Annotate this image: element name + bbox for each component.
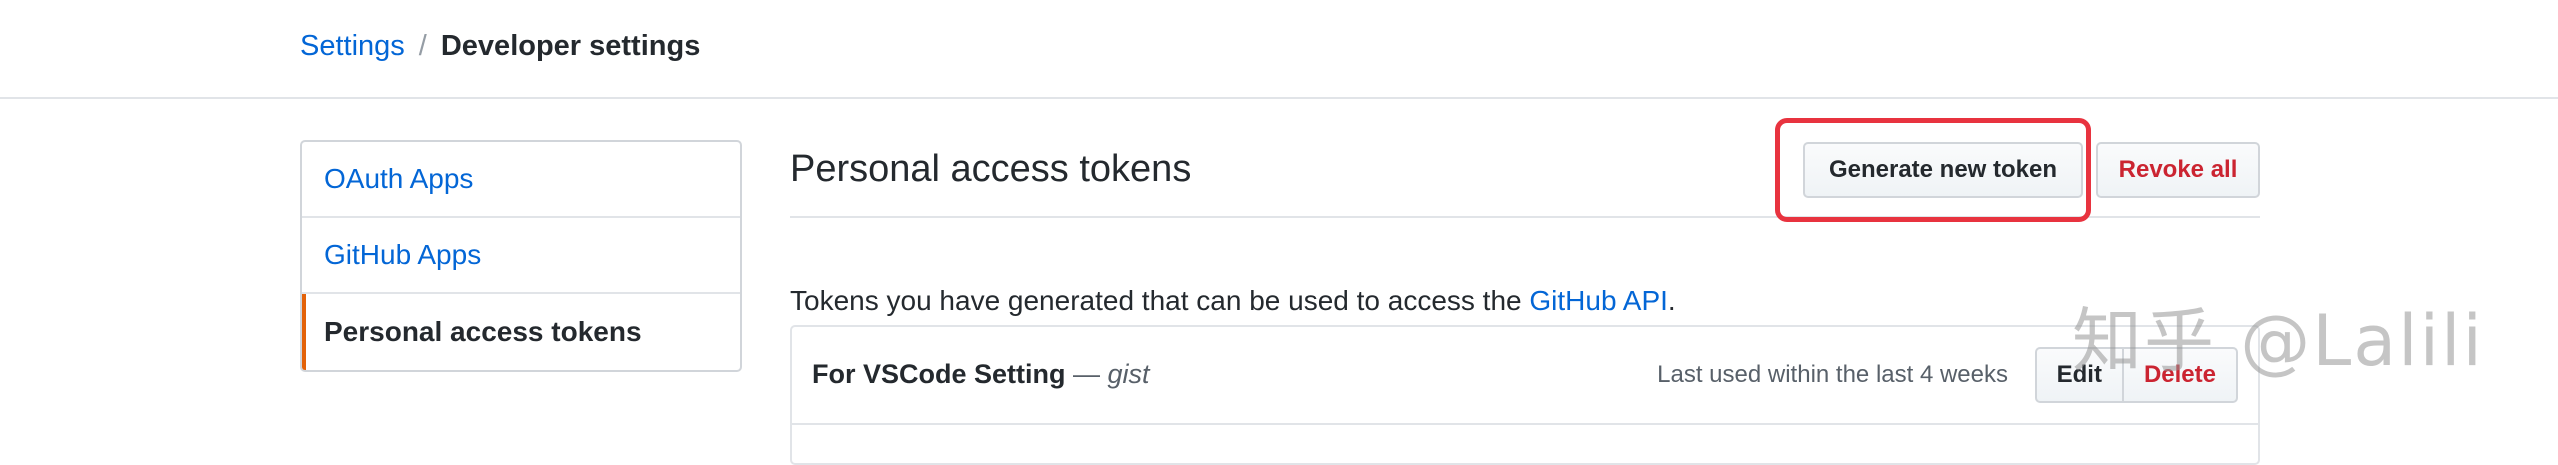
token-title: For VSCode Setting — gist bbox=[812, 359, 1150, 390]
zhihu-watermark: 知乎 @Lalili bbox=[2072, 300, 2484, 382]
description-text: Tokens you have generated that can be us… bbox=[790, 285, 1530, 316]
tokens-description: Tokens you have generated that can be us… bbox=[790, 283, 1676, 319]
breadcrumb: Settings / Developer settings bbox=[300, 28, 700, 64]
token-list: For VSCode Setting — gist Last used with… bbox=[790, 325, 2260, 465]
subhead: Personal access tokens Generate new toke… bbox=[790, 110, 2260, 222]
sidebar-item-github-apps[interactable]: GitHub Apps bbox=[302, 218, 740, 294]
breadcrumb-settings-link[interactable]: Settings bbox=[300, 30, 405, 62]
breadcrumb-current: Developer settings bbox=[440, 30, 701, 62]
sidebar-item-personal-access-tokens[interactable]: Personal access tokens bbox=[302, 294, 740, 370]
token-dash: — bbox=[1065, 359, 1108, 389]
description-suffix: . bbox=[1667, 285, 1676, 316]
sidebar-item-label: GitHub Apps bbox=[324, 239, 482, 270]
token-scope: gist bbox=[1107, 359, 1150, 389]
page-title: Personal access tokens bbox=[790, 148, 1192, 190]
revoke-all-button[interactable]: Revoke all bbox=[2096, 142, 2260, 198]
github-api-link[interactable]: GitHub API bbox=[1529, 285, 1668, 316]
token-name[interactable]: For VSCode Setting bbox=[812, 359, 1066, 389]
token-last-used: Last used within the last 4 weeks bbox=[1657, 361, 2008, 388]
token-row: For VSCode Setting — gist Last used with… bbox=[792, 327, 2258, 425]
generate-new-token-button[interactable]: Generate new token bbox=[1803, 142, 2083, 198]
sidebar-item-label: Personal access tokens bbox=[324, 316, 642, 347]
sidebar-menu: OAuth Apps GitHub Apps Personal access t… bbox=[300, 140, 742, 372]
page-header: Settings / Developer settings bbox=[0, 0, 2558, 99]
main-content: Personal access tokens Generate new toke… bbox=[790, 110, 2260, 465]
sidebar-item-oauth-apps[interactable]: OAuth Apps bbox=[302, 142, 740, 218]
sidebar-item-label: OAuth Apps bbox=[324, 163, 474, 194]
breadcrumb-separator: / bbox=[418, 30, 427, 62]
